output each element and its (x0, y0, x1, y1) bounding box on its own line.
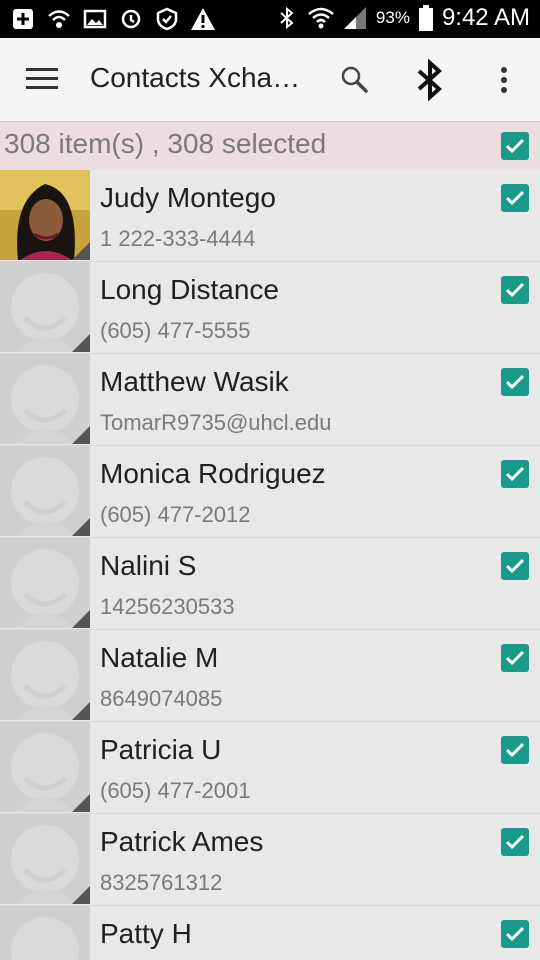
contact-checkbox[interactable] (501, 184, 529, 212)
sync-icon (118, 6, 144, 32)
quick-contact-badge (72, 702, 90, 720)
contact-row[interactable]: Long Distance (605) 477-5555 (0, 262, 540, 354)
contact-name: Monica Rodriguez (100, 458, 326, 489)
status-bar-notifications (10, 6, 216, 32)
battery-icon (418, 5, 434, 31)
contact-list: Judy Montego 1 222-333-4444 Long Distance (… (0, 170, 540, 960)
check-icon (505, 138, 525, 154)
check-icon (505, 742, 525, 758)
contact-detail: TomarR9735@uhcl.edu (100, 410, 332, 435)
check-icon (505, 282, 525, 298)
contact-name: Long Distance (100, 274, 280, 305)
app-title: Contacts Xcha… (90, 62, 301, 93)
selection-summary: 308 item(s) , 308 selected (4, 128, 327, 159)
contact-checkbox[interactable] (501, 460, 529, 488)
warning-icon (190, 6, 216, 32)
check-icon (505, 926, 525, 942)
contact-placeholder-avatar[interactable] (0, 262, 90, 352)
check-icon (505, 834, 525, 850)
contact-photo[interactable] (0, 170, 90, 260)
contact-row[interactable]: Patty H (0, 906, 540, 960)
contact-placeholder-avatar[interactable] (0, 446, 90, 536)
quick-contact-badge (72, 610, 90, 628)
contact-row[interactable]: Patrick Ames 8325761312 (0, 814, 540, 906)
contact-name: Nalini S (100, 550, 197, 581)
contact-detail: 1 222-333-4444 (100, 226, 256, 251)
contact-placeholder-avatar[interactable] (0, 722, 90, 812)
contact-detail: (605) 477-5555 (100, 318, 251, 343)
quick-contact-badge (72, 426, 90, 444)
quick-contact-badge (72, 242, 90, 260)
contact-name: Patrick Ames (100, 826, 264, 857)
contact-checkbox[interactable] (501, 368, 529, 396)
check-icon (505, 190, 525, 206)
contact-checkbox[interactable] (501, 276, 529, 304)
contact-detail: (605) 477-2001 (100, 778, 251, 803)
contact-checkbox[interactable] (501, 552, 529, 580)
contact-detail: 8649074085 (100, 686, 223, 711)
wifi-signal-icon (308, 5, 334, 31)
status-bar: 93% 9:42 AM (0, 0, 540, 38)
bluetooth-icon[interactable] (410, 58, 450, 102)
contact-row[interactable]: Nalini S 14256230533 (0, 538, 540, 630)
clock: 9:42 AM (441, 4, 530, 31)
more-vert-icon[interactable] (484, 58, 524, 102)
contact-placeholder-avatar[interactable] (0, 538, 90, 628)
image-icon (82, 6, 108, 32)
contact-row[interactable]: Matthew Wasik TomarR9735@uhcl.edu (0, 354, 540, 446)
menu-icon[interactable] (26, 68, 58, 92)
select-all-checkbox[interactable] (501, 132, 529, 160)
contact-detail: 14256230533 (100, 594, 235, 619)
bluetooth-status-icon (274, 5, 300, 31)
wifi-call-icon (46, 6, 72, 32)
status-bar-system: 93% 9:42 AM (274, 4, 530, 32)
check-icon (505, 558, 525, 574)
add-box-icon (10, 6, 36, 32)
cell-signal-icon (342, 5, 368, 31)
contact-name: Matthew Wasik (100, 366, 289, 397)
contact-checkbox[interactable] (501, 920, 529, 948)
contact-name: Patricia U (100, 734, 222, 765)
contact-placeholder-avatar[interactable] (0, 814, 90, 904)
contact-placeholder-avatar[interactable] (0, 906, 90, 960)
contact-name: Natalie M (100, 642, 219, 673)
contact-row[interactable]: Judy Montego 1 222-333-4444 (0, 170, 540, 262)
check-icon (505, 466, 525, 482)
contact-detail: (605) 477-2012 (100, 502, 251, 527)
contact-name: Judy Montego (100, 182, 276, 213)
quick-contact-badge (72, 886, 90, 904)
contact-row[interactable]: Patricia U (605) 477-2001 (0, 722, 540, 814)
contact-row[interactable]: Natalie M 8649074085 (0, 630, 540, 722)
shield-icon (154, 6, 180, 32)
contact-placeholder-avatar[interactable] (0, 354, 90, 444)
selection-summary-bar: 308 item(s) , 308 selected (0, 122, 540, 169)
check-icon (505, 374, 525, 390)
contact-name: Patty H (100, 918, 192, 949)
contact-checkbox[interactable] (501, 644, 529, 672)
search-icon[interactable] (334, 58, 374, 102)
contact-checkbox[interactable] (501, 828, 529, 856)
battery-percent: 93% (375, 8, 410, 27)
contact-placeholder-avatar[interactable] (0, 630, 90, 720)
contact-detail: 8325761312 (100, 870, 223, 895)
contact-row[interactable]: Monica Rodriguez (605) 477-2012 (0, 446, 540, 538)
quick-contact-badge (72, 794, 90, 812)
app-toolbar: Contacts Xcha… (0, 38, 540, 122)
check-icon (505, 650, 525, 666)
quick-contact-badge (72, 518, 90, 536)
quick-contact-badge (72, 334, 90, 352)
contact-checkbox[interactable] (501, 736, 529, 764)
